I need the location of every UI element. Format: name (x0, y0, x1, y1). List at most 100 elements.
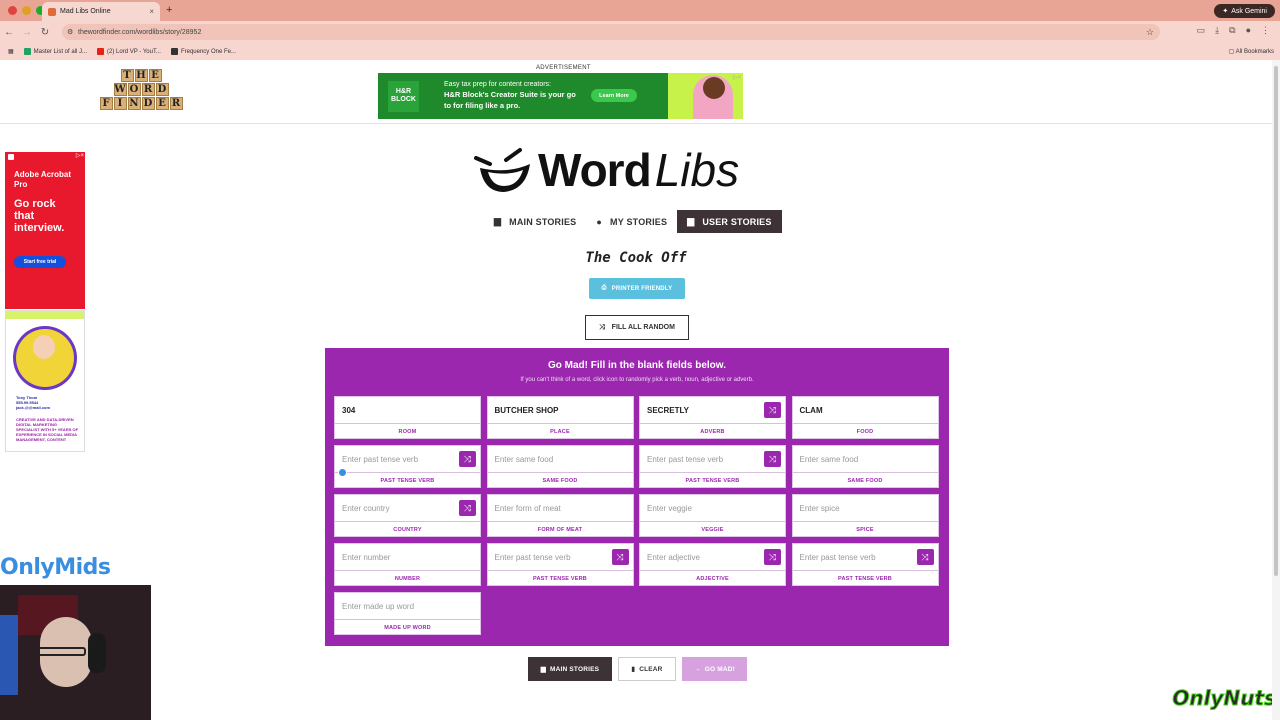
logo-tile: H (134, 69, 148, 82)
logo-row: THE (96, 69, 186, 82)
go-mad-button[interactable]: → GO MAD! (682, 657, 747, 681)
word-input[interactable]: Enter same food (792, 446, 938, 473)
logo-libs: Libs (654, 144, 740, 196)
window-controls[interactable] (8, 6, 45, 15)
word-input[interactable]: Enter past tense verb (792, 544, 938, 571)
word-field-same-food: Enter same food SAME FOOD (486, 445, 634, 488)
word-input[interactable]: CLAM (792, 397, 938, 424)
word-input[interactable]: Enter veggie (640, 495, 785, 522)
word-input[interactable]: Enter same food (487, 446, 633, 473)
ad-learn-more-button[interactable]: Learn More (591, 89, 637, 102)
shuffle-icon[interactable]: ⤨ (764, 402, 781, 418)
word-field-past-tense-verb: Enter past tense verb PAST TENSE VERB ⤨ (334, 445, 481, 488)
bookmark-item[interactable]: Master List of all J... (23, 48, 87, 55)
all-bookmarks-label: All Bookmarks (1235, 49, 1274, 55)
shuffle-icon[interactable]: ⤨ (611, 549, 629, 565)
word-field-past-tense-verb: Enter past tense verb PAST TENSE VERB ⤨ (639, 445, 786, 488)
wordlibs-logo[interactable]: Word Libs (468, 142, 812, 198)
book-icon: ▆ (687, 216, 695, 226)
clear-label: CLEAR (639, 665, 663, 673)
close-tab-icon[interactable]: × (149, 7, 154, 16)
sheets-icon (23, 48, 31, 55)
apps-icon[interactable]: ▦ (8, 48, 14, 55)
shuffle-icon[interactable]: ⤨ (459, 451, 476, 467)
word-input[interactable]: Enter made up word (335, 593, 480, 620)
bookmark-item[interactable]: (2) Lord VP - YouT... (97, 48, 161, 55)
ad-email: jack.@@mail.com (16, 405, 51, 410)
download-icon[interactable]: ⤓ (1215, 25, 1219, 36)
word-field-country: Enter country COUNTRY ⤨ (334, 494, 481, 537)
thewordfinder-logo[interactable]: THE WORD FINDER (96, 69, 186, 111)
clear-button[interactable]: ▮ CLEAR (618, 657, 676, 681)
bookmark-star-icon[interactable]: ☆ (1146, 27, 1154, 38)
ad-face (33, 335, 55, 359)
ask-gemini-button[interactable]: ✦ Ask Gemini (1214, 4, 1275, 18)
word-input[interactable]: 304 (335, 397, 480, 424)
panel-title: Go Mad! Fill in the blank fields below. (548, 360, 726, 371)
main-stories-button[interactable]: ▆ MAIN STORIES (528, 657, 612, 681)
onlymids-label: OnlyMids (0, 555, 111, 580)
page-scrollbar[interactable] (1272, 60, 1280, 720)
printer-label: PRINTER FRIENDLY (611, 285, 673, 292)
shuffle-icon[interactable]: ⤨ (764, 451, 781, 467)
ad-info-icon[interactable]: ▷× (733, 74, 741, 81)
ad-label: ADVERTISEMENT (536, 65, 591, 71)
word-field-label: FOOD (856, 429, 874, 435)
top-ad-banner[interactable]: H&R BLOCK Easy tax prep for content crea… (378, 73, 743, 119)
word-input[interactable]: Enter spice (792, 495, 938, 522)
word-input[interactable]: Enter number (335, 544, 480, 571)
youtube-icon (97, 48, 105, 55)
cast-icon[interactable]: ▭ (1197, 25, 1206, 36)
word-input[interactable]: Enter past tense verb (487, 544, 633, 571)
tab-main-stories[interactable]: ▆ MAIN STORIES (484, 210, 586, 233)
back-icon[interactable]: ← (0, 27, 18, 38)
book-icon: ▆ (494, 216, 502, 226)
ad-text: Easy tax prep for content creators: H&R … (444, 80, 576, 112)
word-field-place: BUTCHER SHOP PLACE (486, 396, 634, 439)
ad-contact: Tony Thom 555.99.5544 jack.@@mail.com (16, 395, 50, 410)
minimize-window-button[interactable] (22, 6, 31, 15)
story-tabs: ▆ MAIN STORIES ● MY STORIES ▆ USER STORIES (484, 210, 782, 233)
new-tab-icon[interactable]: + (166, 4, 172, 16)
printer-icon: ⎙ (601, 285, 607, 291)
printer-friendly-button[interactable]: ⎙ PRINTER FRIENDLY (589, 278, 685, 299)
tab-my-stories[interactable]: ● MY STORIES (586, 210, 677, 233)
bookmark-item[interactable]: Frequency One Fe... (170, 48, 236, 55)
side-ad-adobe[interactable]: ▷× Adobe Acrobat Pro Go rock that interv… (5, 152, 85, 309)
fill-all-random-button[interactable]: ⤨ FILL ALL RANDOM (585, 315, 689, 340)
browser-tab[interactable]: Mad Libs Online × (42, 2, 160, 21)
reload-icon[interactable]: ↻ (36, 27, 54, 38)
word-input[interactable]: BUTCHER SHOP (487, 397, 633, 424)
side-ad-resume[interactable]: Tony Thom 555.99.5544 jack.@@mail.com CR… (5, 310, 85, 452)
random-label: FILL ALL RANDOM (611, 324, 675, 331)
menu-icon[interactable]: ⋮ (1261, 25, 1270, 36)
shuffle-icon: ⤨ (599, 323, 605, 331)
forward-icon[interactable]: → (18, 27, 36, 38)
story-title: The Cook Off (585, 250, 687, 266)
site-icon (170, 48, 178, 55)
shuffle-icon[interactable]: ⤨ (764, 549, 781, 565)
bottom-actions: ▆ MAIN STORIES ▮ CLEAR → GO MAD! (528, 657, 747, 681)
word-field-label: SPICE (856, 527, 874, 533)
site-info-icon[interactable]: ⚙ (67, 28, 73, 36)
extensions-icon[interactable]: ⧉ (1229, 25, 1235, 36)
close-window-button[interactable] (8, 6, 17, 15)
scrollbar-thumb[interactable] (1274, 66, 1278, 576)
word-field-label: PAST TENSE VERB (533, 576, 587, 582)
browser-tab-strip: Mad Libs Online × + ✦ Ask Gemini (0, 0, 1280, 21)
logo-word: Word (538, 144, 652, 196)
profile-icon[interactable]: ● (1246, 25, 1251, 36)
shuffle-icon[interactable]: ⤨ (916, 549, 934, 565)
logo-tile: R (141, 83, 155, 96)
logo-tile: R (169, 97, 183, 110)
word-input[interactable]: Enter form of meat (487, 495, 633, 522)
onlymids-overlay: OnlyMids (0, 555, 111, 580)
tab-user-stories[interactable]: ▆ USER STORIES (677, 210, 782, 233)
ad-choices-icon[interactable] (8, 154, 14, 160)
shuffle-icon[interactable]: ⤨ (459, 500, 476, 516)
ad-line: Easy tax prep for content creators: (444, 81, 551, 88)
browser-toolbar: ← → ↻ ⚙ thewordfinder.com/wordlibs/story… (0, 21, 1280, 43)
ad-close-icon[interactable]: ▷× (76, 152, 84, 159)
all-bookmarks-button[interactable]: ▢ All Bookmarks (1229, 48, 1274, 55)
address-bar[interactable]: ⚙ thewordfinder.com/wordlibs/story/28952… (62, 24, 1160, 40)
